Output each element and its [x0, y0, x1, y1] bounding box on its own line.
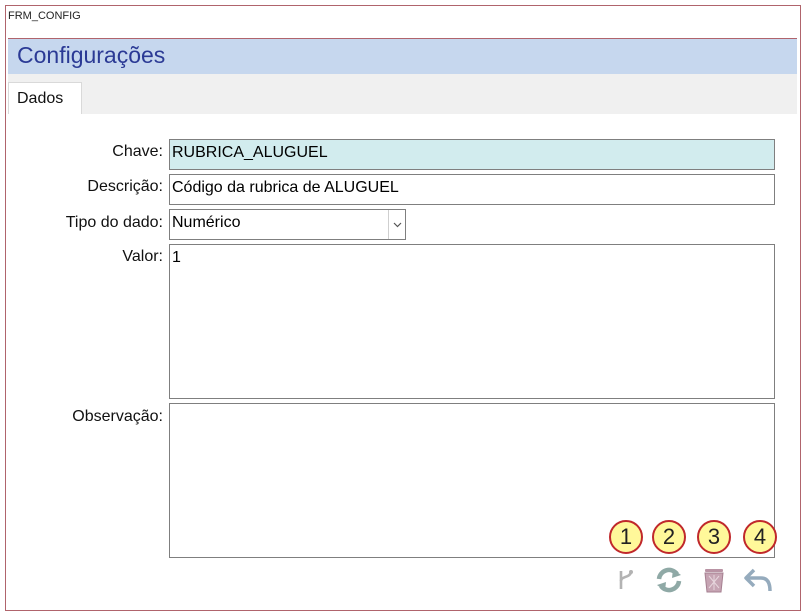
badge-3: 3 — [697, 520, 731, 554]
badge-1: 1 — [609, 520, 643, 554]
badge-2: 2 — [652, 520, 686, 554]
descricao-label: Descrição: — [87, 178, 163, 195]
chave-field[interactable]: RUBRICA_ALUGUEL — [169, 139, 775, 170]
header-band: Configurações — [8, 38, 797, 74]
tab-strip — [8, 74, 797, 114]
undo-icon[interactable] — [744, 564, 774, 596]
page-title: Configurações — [17, 42, 166, 68]
valor-field[interactable]: 1 — [169, 244, 775, 399]
chave-label: Chave: — [112, 143, 163, 160]
descricao-field[interactable]: Código da rubrica de ALUGUEL — [169, 174, 775, 205]
branch-icon[interactable] — [611, 564, 641, 596]
observacao-label: Observação: — [72, 408, 163, 425]
trash-icon[interactable] — [699, 564, 729, 596]
refresh-icon[interactable] — [654, 564, 684, 596]
tipo-select-value: Numérico — [172, 214, 241, 231]
valor-label: Valor: — [122, 248, 163, 265]
tipo-label: Tipo do dado: — [65, 214, 163, 231]
chevron-down-icon[interactable] — [388, 210, 405, 239]
badge-4: 4 — [743, 520, 777, 554]
window-title: FRM_CONFIG — [8, 10, 81, 22]
tab-dados[interactable]: Dados — [8, 82, 82, 114]
tipo-select[interactable]: Numérico — [169, 209, 406, 240]
